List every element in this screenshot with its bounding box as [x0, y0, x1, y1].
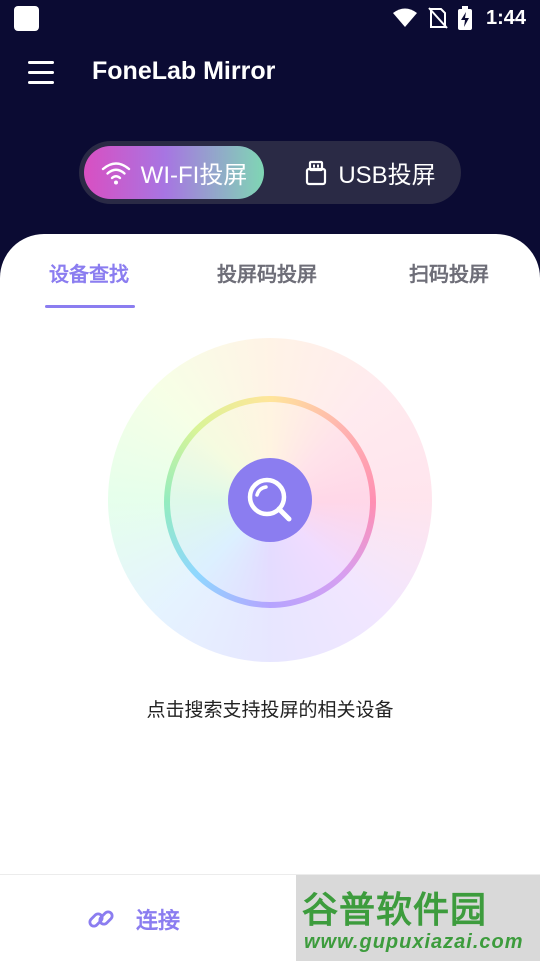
mode-switch: WI-FI投屏 USB投屏: [79, 141, 461, 204]
connect-label: 连接: [136, 908, 181, 933]
no-sim-icon: [428, 7, 448, 29]
battery-charging-icon: [457, 6, 472, 30]
watermark-url: www.gupuxiazai.com: [304, 931, 524, 953]
link-icon: [88, 910, 114, 928]
tab-indicator: [45, 305, 135, 308]
tab-device-search[interactable]: 设备查找: [49, 258, 129, 287]
wifi-icon: [101, 161, 130, 184]
usb-icon: [306, 160, 327, 185]
tab-scan-code[interactable]: 扫码投屏: [409, 258, 489, 287]
bottom-bar: 连接 谷普软件园 www.gupuxiazai.com: [0, 874, 540, 961]
menu-icon: [28, 61, 54, 64]
menu-button[interactable]: [28, 61, 56, 85]
search-icon: [247, 477, 292, 522]
wifi-mode-label: WI-FI投屏: [140, 162, 248, 189]
notification-icon: [14, 6, 39, 31]
status-bar: 1:44: [0, 0, 540, 36]
tab-cast-code[interactable]: 投屏码投屏: [217, 258, 317, 287]
connect-button[interactable]: 连接: [86, 899, 180, 939]
usb-mode-label: USB投屏: [338, 162, 436, 189]
app-title: FoneLab Mirror: [92, 57, 276, 85]
search-hint: 点击搜索支持投屏的相关设备: [146, 700, 394, 721]
wifi-signal-icon: [392, 8, 417, 27]
wifi-mode-button[interactable]: WI-FI投屏: [84, 146, 264, 199]
status-icons: 1:44: [392, 5, 526, 31]
status-time: 1:44: [485, 6, 526, 29]
watermark: 谷普软件园 www.gupuxiazai.com: [296, 875, 540, 961]
radar-graphic: [108, 338, 432, 662]
usb-mode-button[interactable]: USB投屏: [284, 146, 456, 199]
watermark-title: 谷普软件园: [302, 889, 488, 930]
app-bar: FoneLab Mirror: [0, 45, 540, 105]
search-button[interactable]: [228, 458, 312, 542]
